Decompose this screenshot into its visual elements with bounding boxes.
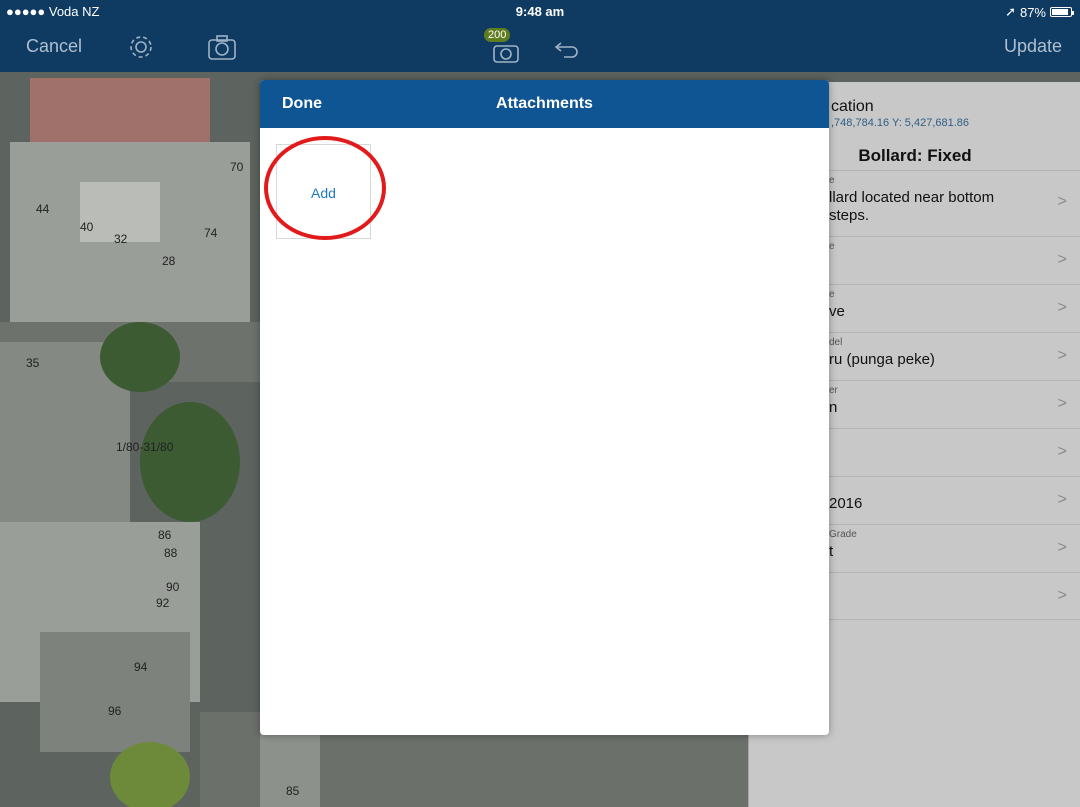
map-number: 90: [166, 580, 180, 594]
status-right: ➚ 87%: [1005, 4, 1074, 20]
feature-attribute-row[interactable]: del ru (punga peke) >: [809, 332, 1080, 380]
attribute-value: llard located near bottom steps.: [829, 189, 995, 224]
attribute-label: e: [829, 289, 835, 300]
feature-attribute-row[interactable]: e llard located near bottom steps. >: [809, 170, 1080, 236]
map-building: [30, 78, 210, 148]
camera-icon[interactable]: [206, 32, 238, 62]
chevron-right-icon: >: [1057, 587, 1067, 604]
feature-attribute-row[interactable]: >: [809, 572, 1080, 620]
done-button[interactable]: Done: [282, 95, 322, 113]
map-number: 96: [108, 704, 122, 718]
cancel-button[interactable]: Cancel: [26, 36, 82, 57]
map-tree: [140, 402, 240, 522]
chevron-right-icon: >: [1057, 539, 1067, 556]
status-bar: ●●●●● Voda NZ 9:48 am ➚ 87%: [0, 0, 1080, 22]
attribute-label: e: [829, 175, 835, 186]
chevron-right-icon: >: [1057, 443, 1067, 460]
feature-attribute-row[interactable]: e ve >: [809, 284, 1080, 332]
map-number: 1/80-31/80: [116, 440, 174, 454]
attribute-value: 2016: [829, 495, 863, 512]
status-time: 9:48 am: [515, 4, 565, 19]
attribute-value: ve: [829, 303, 845, 320]
chevron-right-icon: >: [1057, 193, 1067, 210]
update-button[interactable]: Update: [1004, 36, 1062, 57]
attribute-label: e: [829, 241, 835, 252]
attribute-value: t: [829, 543, 834, 560]
map-number: 92: [156, 596, 170, 610]
location-arrow-icon: ➚: [1005, 4, 1016, 19]
modal-header: Attachments Done: [260, 80, 829, 128]
feature-attribute-row[interactable]: Grade t >: [809, 524, 1080, 572]
feature-location-title: cation: [831, 98, 874, 115]
map-number: 40: [80, 220, 94, 234]
attribute-label: del: [829, 337, 843, 348]
map-building: [40, 632, 190, 752]
undo-icon[interactable]: [552, 32, 582, 62]
attribute-label: er: [829, 385, 838, 396]
map-number: 35: [26, 356, 40, 370]
gear-icon[interactable]: [126, 32, 156, 62]
map-number: 88: [164, 546, 178, 560]
map-number: 74: [204, 226, 218, 240]
feature-attribute-row[interactable]: 2016 >: [809, 476, 1080, 524]
attribute-value: n: [829, 399, 838, 416]
map-number: 44: [36, 202, 50, 216]
chevron-right-icon: >: [1057, 395, 1067, 412]
feature-coordinates: ,748,784.16 Y: 5,427,681.86: [831, 117, 970, 129]
attribute-value: ru (punga peke): [829, 351, 935, 368]
chevron-right-icon: >: [1057, 251, 1067, 268]
map-tree: [100, 322, 180, 392]
map-number: 94: [134, 660, 148, 674]
chevron-right-icon: >: [1057, 299, 1067, 316]
top-toolbar: Cancel 200 Update: [0, 22, 1080, 72]
feature-attribute-row[interactable]: er n >: [809, 380, 1080, 428]
highlight-annotation-circle: [264, 136, 386, 240]
chevron-right-icon: >: [1057, 491, 1067, 508]
feature-attribute-row[interactable]: e >: [809, 236, 1080, 284]
chevron-right-icon: >: [1057, 347, 1067, 364]
attribute-label: Grade: [829, 529, 857, 540]
battery-percent: 87%: [1019, 4, 1046, 20]
map-number: 70: [230, 160, 244, 174]
pending-count-badge: 200: [484, 28, 511, 42]
battery-icon: [1050, 7, 1074, 17]
map-number: 85: [286, 784, 300, 798]
map-number: 28: [162, 254, 176, 268]
map-tree: [110, 742, 190, 807]
map-number: 32: [114, 232, 128, 246]
feature-attribute-row[interactable]: >: [809, 428, 1080, 476]
modal-title: Attachments: [496, 95, 593, 112]
map-number: 86: [158, 528, 172, 542]
